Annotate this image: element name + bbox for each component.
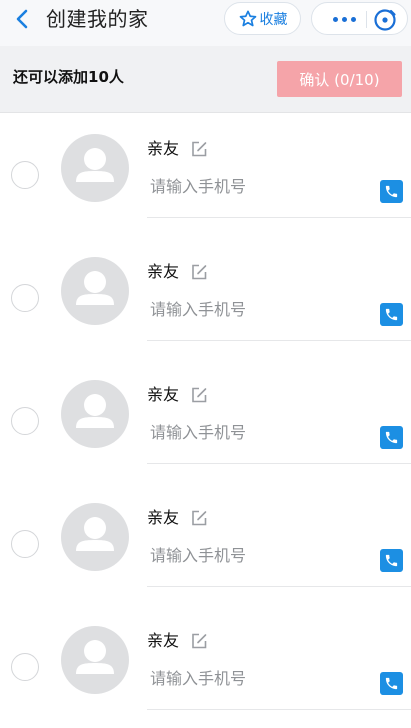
close-button[interactable] [372,7,398,33]
select-radio[interactable] [11,161,39,189]
title-bar: 创建我的家 收藏 [0,0,411,46]
select-radio[interactable] [11,284,39,312]
more-button[interactable] [326,9,362,29]
capsule-divider [366,11,367,28]
favorite-label: 收藏 [259,11,288,28]
user-avatar-icon [61,380,129,448]
phone-icon[interactable] [380,549,403,572]
phone-input[interactable] [150,174,370,198]
phone-icon[interactable] [380,672,403,695]
row-divider [147,709,411,710]
add-limit-bar: 还可以添加10人 确认 (0/10) [0,46,411,113]
member-row: 亲友 [0,605,411,728]
phone-icon[interactable] [380,303,403,326]
member-name: 亲友 [147,508,180,527]
chevron-left-icon [16,9,28,29]
select-radio[interactable] [11,407,39,435]
phone-icon[interactable] [380,180,403,203]
favorite-button[interactable]: 收藏 [224,2,301,35]
edit-icon[interactable] [190,386,208,404]
user-avatar-icon [61,134,129,202]
edit-icon[interactable] [190,140,208,158]
member-name: 亲友 [147,139,180,158]
member-name: 亲友 [147,262,180,281]
row-divider [147,340,411,341]
select-radio[interactable] [11,530,39,558]
star-icon [239,10,256,26]
user-avatar-icon [61,257,129,325]
edit-icon[interactable] [190,632,208,650]
limit-text: 还可以添加10人 [13,68,124,86]
phone-input[interactable] [150,543,370,567]
edit-icon[interactable] [190,509,208,527]
back-button[interactable] [11,8,33,30]
mini-program-capsule [311,2,408,35]
row-divider [147,586,411,587]
close-icon [374,9,396,31]
user-avatar-icon [61,503,129,571]
page-title: 创建我的家 [46,7,149,31]
phone-input[interactable] [150,666,370,690]
user-avatar-icon [61,626,129,694]
member-name: 亲友 [147,385,180,404]
row-divider [147,217,411,218]
confirm-button[interactable]: 确认 (0/10) [277,61,402,97]
phone-icon[interactable] [380,426,403,449]
phone-input[interactable] [150,420,370,444]
member-name: 亲友 [147,631,180,650]
row-divider [147,463,411,464]
edit-icon[interactable] [190,263,208,281]
phone-input[interactable] [150,297,370,321]
member-row: 亲友 [0,359,411,482]
member-row: 亲友 [0,113,411,236]
select-radio[interactable] [11,653,39,681]
more-dots-icon [332,16,338,22]
member-row: 亲友 [0,236,411,359]
member-row: 亲友 [0,482,411,605]
